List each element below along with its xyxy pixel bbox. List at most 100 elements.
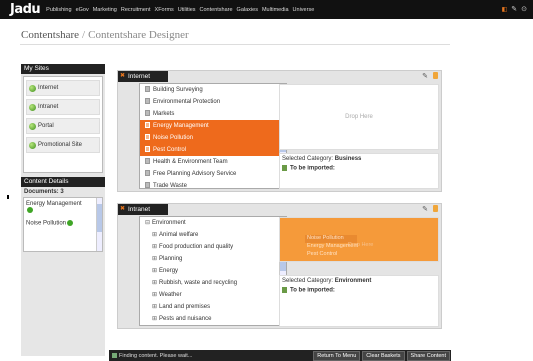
site-item-intranet[interactable]: Intranet bbox=[26, 99, 100, 115]
tree-item[interactable]: ⊞ Rubbish, waste and recycling bbox=[140, 277, 286, 289]
nav-item-publishing[interactable]: Publishing bbox=[46, 7, 71, 13]
globe-icon bbox=[29, 84, 36, 92]
document-item[interactable]: Noise Pollution bbox=[24, 217, 102, 230]
globe-icon bbox=[29, 122, 36, 130]
close-icon[interactable]: ✖ bbox=[120, 71, 125, 82]
breadcrumb-root[interactable]: Contentshare bbox=[21, 29, 79, 41]
tree-item[interactable]: ⊞ Energy bbox=[140, 265, 286, 277]
dragged-item[interactable]: Noise Pollution bbox=[307, 235, 344, 241]
panel-header: ✖ Intranet ✎ bbox=[118, 204, 441, 216]
tree-item-selected[interactable]: Energy Management bbox=[140, 120, 286, 132]
nav-item-utilities[interactable]: Utilities bbox=[178, 7, 196, 13]
expand-icon[interactable]: ⊞ bbox=[152, 292, 157, 298]
edit-icon[interactable]: ✎ bbox=[422, 72, 428, 80]
content-details-scrollbar[interactable] bbox=[96, 198, 102, 251]
expand-icon[interactable]: ⊞ bbox=[152, 316, 157, 322]
globe-icon bbox=[29, 141, 36, 149]
drop-zone-active[interactable]: Noise Pollution Energy Management Pest C… bbox=[279, 217, 439, 262]
to-be-imported: To be imported: bbox=[282, 287, 436, 294]
nav-item-recruitment[interactable]: Recruitment bbox=[121, 7, 151, 13]
clear-baskets-button[interactable]: Clear Baskets bbox=[362, 350, 405, 361]
status-message: Finding content. Please wait... bbox=[112, 353, 192, 359]
edit-icon[interactable]: ✎ bbox=[422, 205, 428, 213]
share-content-button[interactable]: Share Content bbox=[406, 350, 450, 361]
top-icons: ◧ ✎ ⊙ bbox=[502, 5, 527, 13]
header-divider bbox=[20, 44, 450, 45]
tree-item[interactable]: Free Planning Advisory Service bbox=[140, 168, 286, 180]
my-sites-header: My Sites bbox=[21, 64, 105, 74]
add-icon[interactable] bbox=[27, 207, 33, 213]
tree-item[interactable]: ⊞ Planning bbox=[140, 253, 286, 265]
trash-icon[interactable] bbox=[282, 287, 287, 293]
tree-item[interactable]: ⊞ Animal welfare bbox=[140, 229, 286, 241]
drop-hint: Drop Here bbox=[348, 242, 374, 248]
breadcrumb-separator: / bbox=[82, 29, 86, 41]
tree-item-selected[interactable]: Noise Pollution bbox=[140, 132, 286, 144]
my-sites-list: Internet Intranet Portal Promotional Sit… bbox=[23, 76, 103, 173]
nav-item-galaxies[interactable]: Galaxies bbox=[237, 7, 258, 13]
jadu-logo[interactable]: Jadu bbox=[10, 2, 41, 17]
tree-item[interactable]: ⊞ Pests and nuisance bbox=[140, 313, 286, 325]
lock-icon[interactable] bbox=[433, 72, 438, 79]
top-bar: Jadu Publishing eGov Marketing Recruitme… bbox=[0, 0, 533, 19]
expand-icon[interactable]: ⊞ bbox=[152, 232, 157, 238]
page-icon bbox=[145, 86, 150, 93]
nav-item-xforms[interactable]: XForms bbox=[155, 7, 174, 13]
dragged-item[interactable]: Pest Control bbox=[307, 251, 337, 257]
expand-icon[interactable]: ⊞ bbox=[152, 268, 157, 274]
add-icon[interactable] bbox=[67, 219, 74, 226]
edge-marker bbox=[7, 195, 10, 199]
site-item-portal[interactable]: Portal bbox=[26, 118, 100, 134]
page-icon bbox=[145, 170, 150, 177]
page-icon bbox=[145, 98, 150, 105]
lock-icon[interactable] bbox=[433, 205, 438, 212]
tree-item[interactable]: Trade Waste bbox=[140, 180, 286, 188]
globe-icon bbox=[29, 103, 36, 111]
site-panel-intranet: ✖ Intranet ✎ ⊟ Environment ⊞ Animal welfare… bbox=[117, 203, 442, 329]
expand-icon[interactable]: ⊞ bbox=[152, 304, 157, 310]
documents-count: Documents: 3 bbox=[24, 189, 64, 195]
panel-header: ✖ Internet ✎ bbox=[118, 71, 441, 83]
category-tree: Building Surveying Environmental Protect… bbox=[139, 83, 287, 189]
tree-item[interactable]: ⊞ Food production and quality bbox=[140, 241, 286, 253]
expand-icon[interactable]: ⊞ bbox=[152, 256, 157, 262]
expand-icon[interactable]: ⊞ bbox=[152, 280, 157, 286]
collapse-icon[interactable]: ⊟ bbox=[145, 220, 150, 226]
content-details-list: Energy Management Noise Pollution bbox=[23, 197, 103, 252]
left-sidebar: My Sites Internet Intranet Portal Promot… bbox=[21, 64, 105, 356]
tree-item[interactable]: Markets bbox=[140, 108, 286, 120]
tree-item-expanded[interactable]: ⊟ Environment bbox=[140, 217, 286, 229]
tree-item[interactable]: Health & Environment Team bbox=[140, 156, 286, 168]
return-to-menu-button[interactable]: Return To Menu bbox=[313, 350, 361, 361]
footer-buttons: Return To Menu Clear Baskets Share Conte… bbox=[313, 350, 450, 361]
selection-info: Selected Category: Environment To be imp… bbox=[279, 275, 439, 327]
page-icon bbox=[145, 134, 150, 141]
site-item-promotional-site[interactable]: Promotional Site bbox=[26, 137, 100, 153]
selection-info: Selected Category: Business To be import… bbox=[279, 153, 439, 189]
scrollbar-thumb[interactable] bbox=[97, 204, 102, 232]
tree-item[interactable]: Building Surveying bbox=[140, 84, 286, 96]
user-icon[interactable]: ◧ bbox=[502, 6, 508, 13]
tree-item[interactable]: Environmental Protection bbox=[140, 96, 286, 108]
site-item-internet[interactable]: Internet bbox=[26, 80, 100, 96]
trash-icon[interactable] bbox=[282, 165, 287, 171]
nav-item-multimedia[interactable]: Multimedia bbox=[262, 7, 289, 13]
tree-item-selected[interactable]: Pest Control bbox=[140, 144, 286, 156]
help-icon[interactable]: ⊙ bbox=[521, 5, 527, 13]
drop-zone[interactable]: Drop Here bbox=[279, 84, 439, 150]
close-icon[interactable]: ✖ bbox=[120, 204, 125, 215]
settings-icon[interactable]: ✎ bbox=[511, 5, 517, 13]
to-be-imported: To be imported: bbox=[282, 165, 436, 172]
tree-item[interactable]: ⊞ Weather bbox=[140, 289, 286, 301]
tree-item[interactable]: ⊞ Land and premises bbox=[140, 301, 286, 313]
expand-icon[interactable]: ⊞ bbox=[152, 244, 157, 250]
nav-item-egov[interactable]: eGov bbox=[76, 7, 89, 13]
page-icon bbox=[145, 146, 150, 153]
nav-item-marketing[interactable]: Marketing bbox=[93, 7, 117, 13]
document-item[interactable]: Energy Management bbox=[24, 198, 102, 217]
nav-item-contentshare[interactable]: Contentshare bbox=[200, 7, 233, 13]
top-nav: Publishing eGov Marketing Recruitment XF… bbox=[46, 7, 314, 13]
panel-actions: ✎ bbox=[422, 72, 438, 80]
nav-item-universe[interactable]: Universe bbox=[293, 7, 315, 13]
category-tree: ⊟ Environment ⊞ Animal welfare ⊞ Food produ… bbox=[139, 216, 287, 326]
